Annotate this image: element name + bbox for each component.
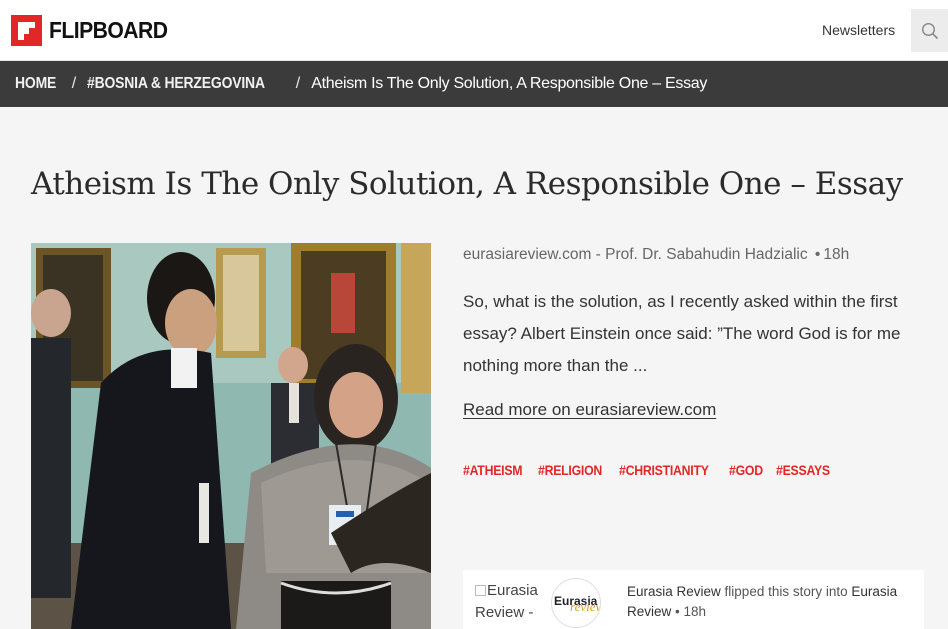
- meta-dot: •: [814, 246, 821, 263]
- article-title: Atheism Is The Only Solution, A Responsi…: [31, 166, 903, 202]
- article-excerpt: So, what is the solution, as I recently …: [463, 292, 901, 375]
- article-source[interactable]: eurasiareview.com - Prof. Dr. Sabahudin …: [463, 246, 808, 263]
- breadcrumb-separator: /: [71, 75, 77, 92]
- article-age: 18h: [823, 246, 850, 263]
- flip-action: flipped this story into: [720, 584, 852, 599]
- tag-religion[interactable]: #RELIGION: [538, 462, 602, 478]
- breadcrumb: HOME / #BOSNIA & HERZEGOVINA / Atheism I…: [0, 61, 948, 107]
- breadcrumb-separator: /: [295, 75, 301, 92]
- search-button[interactable]: [911, 9, 948, 52]
- magazine-cover-image[interactable]: Eurasia Review -: [475, 580, 549, 624]
- brand-name: FLIPBOARD: [49, 17, 168, 43]
- tag-god[interactable]: #GOD: [729, 462, 763, 478]
- breadcrumb-current: Atheism Is The Only Solution, A Responsi…: [311, 75, 708, 92]
- broken-image-icon: [475, 585, 486, 596]
- avatar[interactable]: Eurasia review: [551, 578, 601, 628]
- attribution-dot: •: [671, 604, 684, 619]
- article-image[interactable]: [31, 243, 431, 629]
- attribution-age: 18h: [683, 604, 707, 619]
- read-more-link[interactable]: Read more on eurasiareview.com: [463, 400, 716, 420]
- tag-atheism[interactable]: #ATHEISM: [463, 462, 523, 478]
- tag-list: #ATHEISM #RELIGION #CHRISTIANITY #GOD #E…: [463, 462, 830, 478]
- breadcrumb-topic[interactable]: #BOSNIA & HERZEGOVINA: [87, 75, 265, 93]
- flip-attribution-card: Eurasia Review - Eurasia review Eurasia …: [463, 570, 924, 629]
- tag-christianity[interactable]: #CHRISTIANITY: [619, 462, 709, 478]
- breadcrumb-home[interactable]: HOME: [15, 75, 56, 93]
- article-meta: eurasiareview.com - Prof. Dr. Sabahudin …: [463, 246, 849, 264]
- flipper-name[interactable]: Eurasia Review: [627, 584, 721, 599]
- avatar-text-2: review: [570, 599, 601, 614]
- search-icon: [921, 22, 938, 39]
- flipboard-logo-icon: [11, 15, 42, 46]
- attribution-text: Eurasia Review flipped this story into E…: [627, 582, 912, 622]
- tag-essays[interactable]: #ESSAYS: [776, 462, 830, 478]
- flipboard-logo[interactable]: FLIPBOARD: [11, 15, 178, 46]
- top-header: FLIPBOARD Newsletters: [0, 0, 948, 61]
- newsletters-link[interactable]: Newsletters: [822, 22, 895, 38]
